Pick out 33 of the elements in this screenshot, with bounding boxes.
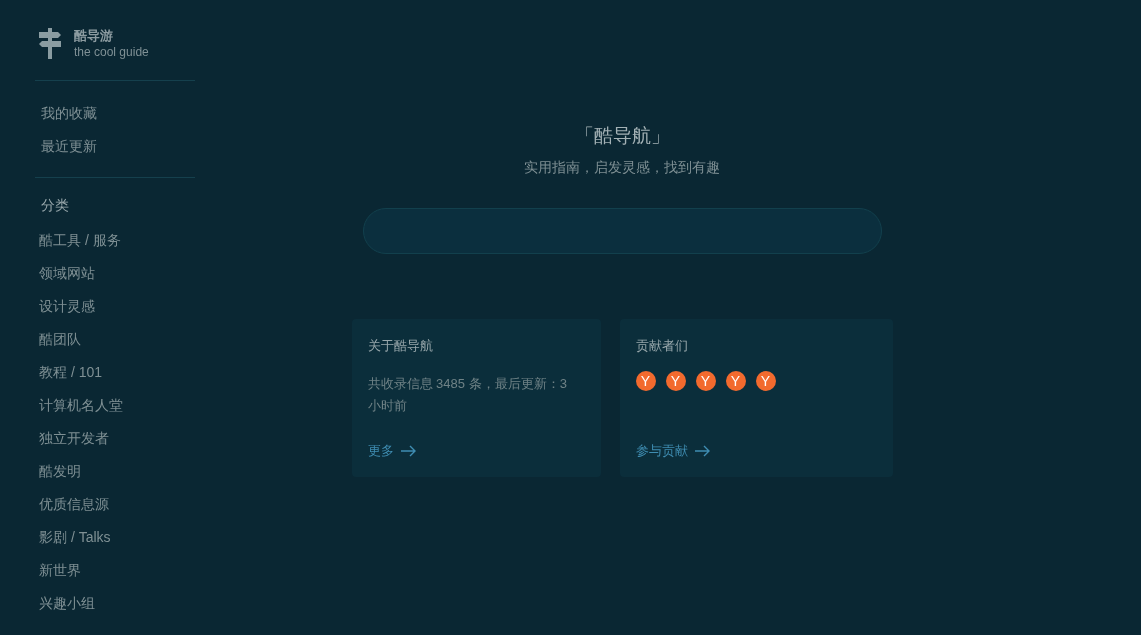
category-link[interactable]: 酷发明 <box>39 461 81 481</box>
card-link[interactable]: 参与贡献 <box>635 441 710 461</box>
hero-title: 「酷导航」 <box>574 124 670 148</box>
category-link[interactable]: 独立开发者 <box>39 428 109 448</box>
contributor-avatar[interactable]: Y <box>665 371 686 391</box>
category-link[interactable]: 影剧 / Talks <box>39 527 111 547</box>
category-link[interactable]: 新世界 <box>39 560 81 580</box>
card-link[interactable]: 更多 <box>367 441 416 461</box>
arrow-right-icon <box>694 445 710 457</box>
sidebar-link[interactable]: 我的收藏 <box>41 103 97 123</box>
category-heading: 分类 <box>41 196 69 215</box>
category-link[interactable]: 计算机名人堂 <box>39 395 123 415</box>
signpost-icon <box>38 27 62 59</box>
contributor-avatar[interactable]: Y <box>755 371 776 391</box>
arrow-right-icon <box>400 445 416 457</box>
contributor-avatar[interactable]: Y <box>635 371 656 391</box>
sidebar-link[interactable]: 最近更新 <box>41 136 97 156</box>
category-link[interactable]: 酷团队 <box>39 329 81 349</box>
card-title: 关于酷导航 <box>367 337 434 355</box>
category-link[interactable]: 酷工具 / 服务 <box>39 230 121 250</box>
brand-title: 酷导游 <box>74 26 114 44</box>
brand-subtitle: the cool guide <box>74 43 149 60</box>
contributor-avatar[interactable]: Y <box>695 371 716 391</box>
stats-text: 共收录信息 3485 条，最后更新：3 小时前 <box>367 375 568 415</box>
category-link[interactable]: 兴趣小组 <box>39 593 95 613</box>
contributor-avatar[interactable]: Y <box>725 371 746 391</box>
category-link[interactable]: 领域网站 <box>39 263 95 283</box>
category-link[interactable]: 设计灵感 <box>39 296 95 316</box>
category-link[interactable]: 教程 / 101 <box>39 362 103 382</box>
search-field[interactable] <box>362 208 882 254</box>
card-title: 贡献者们 <box>635 337 689 355</box>
hero-subtitle: 实用指南，启发灵感，找到有趣 <box>524 158 720 177</box>
category-link[interactable]: 优质信息源 <box>39 494 109 514</box>
